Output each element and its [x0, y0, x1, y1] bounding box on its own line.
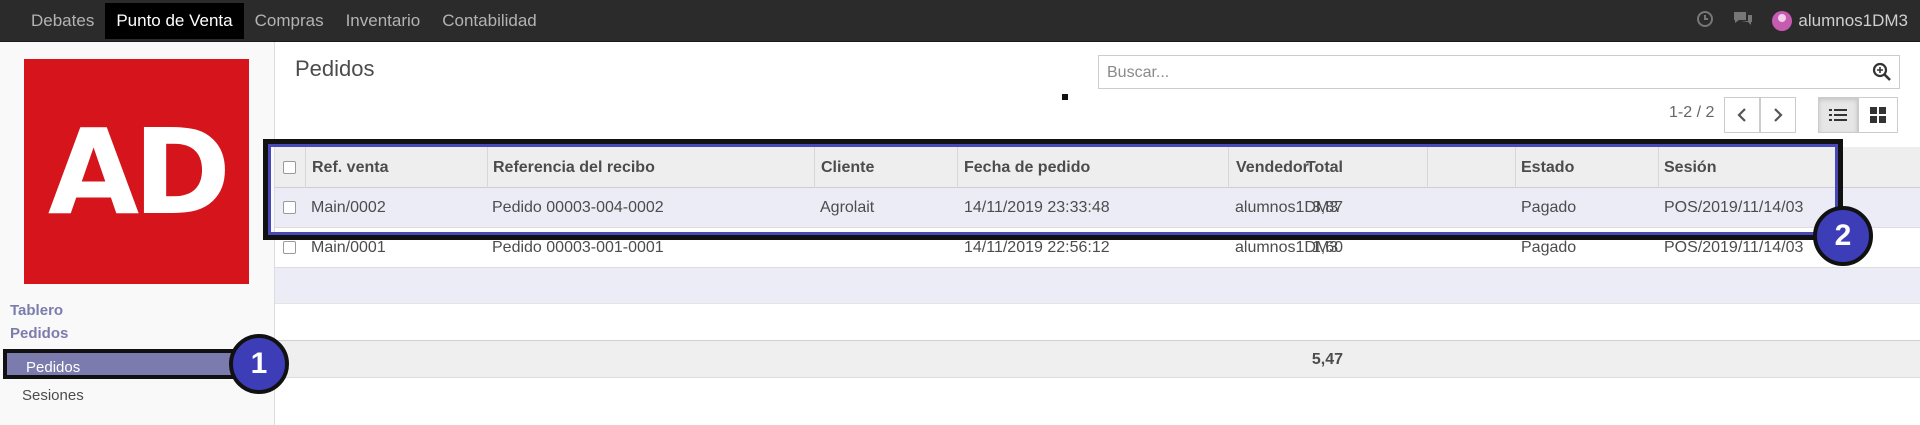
empty-row [275, 304, 1920, 340]
user-menu[interactable]: alumnos1DM3 [1772, 11, 1908, 31]
sidebar-section-tablero[interactable]: Tablero [10, 302, 63, 319]
company-logo: AD [24, 59, 249, 284]
grid-icon [1870, 107, 1886, 123]
page-title: Pedidos [295, 56, 375, 81]
list-view-button[interactable] [1818, 97, 1858, 133]
list-icon [1829, 109, 1847, 121]
footer-total: 5,47 [1311, 351, 1343, 368]
app-menu: Debates Punto de Venta Compras Inventari… [20, 0, 548, 42]
menu-contabilidad[interactable]: Contabilidad [431, 3, 548, 39]
user-name: alumnos1DM3 [1798, 11, 1908, 30]
search-placeholder: Buscar... [1107, 64, 1170, 81]
menu-debates[interactable]: Debates [20, 3, 105, 39]
kanban-view-button[interactable] [1858, 97, 1898, 133]
annotation-badge-2: 2 [1813, 206, 1873, 266]
menu-inventario[interactable]: Inventario [335, 3, 432, 39]
pager-value[interactable]: 1-2 / 2 [1669, 104, 1714, 122]
empty-row [275, 268, 1920, 304]
row-checkbox[interactable] [283, 241, 296, 254]
menu-punto-de-venta[interactable]: Punto de Venta [105, 3, 244, 39]
table-footer: 5,47 [275, 340, 1920, 378]
highlight-box-table [263, 139, 1843, 240]
pager-previous-button[interactable] [1724, 97, 1760, 133]
chat-icon[interactable] [1732, 10, 1754, 33]
menu-compras[interactable]: Compras [244, 3, 335, 39]
logo-text: AD [47, 102, 231, 241]
search-input[interactable]: Buscar... [1098, 55, 1900, 89]
systray: alumnos1DM3 [1696, 0, 1908, 42]
sidebar-item-sesiones[interactable]: Sesiones [0, 383, 240, 409]
top-navbar: Debates Punto de Venta Compras Inventari… [0, 0, 1920, 42]
clock-icon[interactable] [1696, 10, 1714, 33]
annotation-badge-1: 1 [229, 334, 289, 394]
chevron-right-icon [1774, 108, 1783, 122]
chevron-left-icon [1737, 108, 1746, 122]
search-icon[interactable] [1872, 62, 1892, 82]
pager-next-button[interactable] [1760, 97, 1796, 133]
cursor-dot [1062, 94, 1068, 100]
avatar [1772, 11, 1793, 31]
sidebar-section-pedidos[interactable]: Pedidos [10, 325, 68, 342]
sidebar-item-pedidos[interactable]: Pedidos [3, 349, 238, 379]
